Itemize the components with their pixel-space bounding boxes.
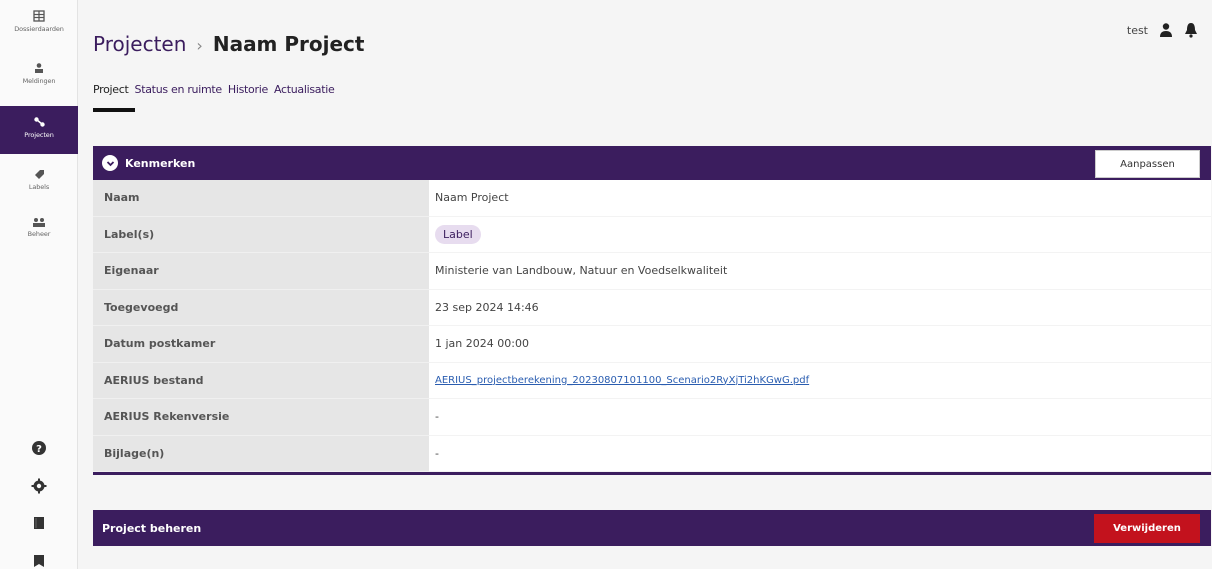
row-key: Label(s)	[93, 216, 429, 253]
row-key: Toegevoegd	[93, 289, 429, 326]
sidebar-item-label: Projecten	[24, 131, 54, 139]
kenmerken-panel: Kenmerken Aanpassen Naam Naam Project La…	[93, 146, 1211, 475]
breadcrumb-root[interactable]: Projecten	[93, 32, 186, 56]
book-icon[interactable]	[31, 515, 47, 531]
users-icon	[33, 218, 45, 227]
table-row: Toegevoegd 23 sep 2024 14:46	[93, 289, 1211, 326]
aerius-file-link[interactable]: AERIUS_projectberekening_20230807101100_…	[435, 375, 809, 386]
tag-icon	[35, 170, 44, 179]
table-row: Naam Naam Project	[93, 180, 1211, 217]
sidebar-item-label: Labels	[28, 183, 50, 191]
tab-status-en-ruimte[interactable]: Status en ruimte	[135, 83, 223, 96]
row-value: 1 jan 2024 00:00	[429, 326, 1211, 363]
table-row: Bijlage(n) -	[93, 435, 1211, 472]
row-key: Datum postkamer	[93, 326, 429, 363]
tab-historie[interactable]: Historie	[228, 83, 268, 96]
panel-divider	[93, 472, 1211, 475]
row-value: Naam Project	[429, 180, 1211, 217]
sidebar-item-label: Meldingen	[22, 77, 56, 85]
kenmerken-header[interactable]: Kenmerken Aanpassen	[93, 146, 1211, 180]
settings-icon[interactable]	[31, 478, 47, 494]
account-icon[interactable]	[1158, 22, 1174, 38]
info-icon[interactable]	[31, 553, 47, 569]
sidebar-item-meldingen[interactable]: Meldingen	[0, 62, 78, 100]
sidebar-item-label: Dossierdaarden	[14, 25, 64, 33]
svg-text:?: ?	[36, 444, 42, 455]
sidebar-item-labels[interactable]: Labels	[0, 168, 78, 200]
tab-bar: Project Status en ruimte Historie Actual…	[93, 83, 335, 96]
chevron-down-icon[interactable]	[102, 155, 118, 171]
row-value: -	[429, 399, 1211, 436]
project-beheren-header: Project beheren Verwijderen	[93, 510, 1211, 546]
row-key: AERIUS bestand	[93, 362, 429, 399]
kenmerken-title: Kenmerken	[125, 156, 196, 170]
project-beheren-panel: Project beheren Verwijderen	[93, 510, 1211, 546]
topbar: test	[1127, 22, 1198, 38]
delete-button[interactable]: Verwijderen	[1094, 514, 1200, 543]
row-key: Naam	[93, 180, 429, 217]
dossier-icon	[33, 10, 45, 22]
table-row: Datum postkamer 1 jan 2024 00:00	[93, 326, 1211, 363]
tab-project[interactable]: Project	[93, 83, 129, 96]
label-chip: Label	[435, 224, 481, 244]
row-key: Bijlage(n)	[93, 435, 429, 472]
active-tab-indicator	[93, 108, 135, 112]
row-value: Ministerie van Landbouw, Natuur en Voeds…	[429, 253, 1211, 290]
project-beheren-title: Project beheren	[102, 521, 202, 535]
row-key: AERIUS Rekenversie	[93, 399, 429, 436]
bell-icon[interactable]	[1184, 22, 1198, 38]
table-row: Label(s) Label	[93, 216, 1211, 253]
sidebar-item-dossiers[interactable]: Dossierdaarden	[0, 10, 78, 48]
table-row: AERIUS bestand AERIUS_projectberekening_…	[93, 362, 1211, 399]
row-key: Eigenaar	[93, 253, 429, 290]
edit-button[interactable]: Aanpassen	[1095, 150, 1200, 178]
breadcrumb-separator: ›	[196, 36, 203, 55]
page-title: Naam Project	[212, 32, 365, 56]
row-value: AERIUS_projectberekening_20230807101100_…	[429, 362, 1211, 399]
sidebar-item-label: Beheer	[27, 230, 51, 238]
row-value: 23 sep 2024 14:46	[429, 289, 1211, 326]
help-icon[interactable]: ?	[31, 440, 47, 456]
username: test	[1126, 23, 1148, 37]
table-row: AERIUS Rekenversie -	[93, 399, 1211, 436]
user-icon	[35, 63, 43, 73]
sidebar: Dossierdaarden Meldingen Projecten Label…	[0, 0, 78, 569]
row-value: Label	[429, 216, 1211, 253]
breadcrumb: Projecten › Naam Project	[93, 32, 364, 56]
table-row: Eigenaar Ministerie van Landbouw, Natuur…	[93, 253, 1211, 290]
tab-actualisatie[interactable]: Actualisatie	[274, 83, 335, 96]
sidebar-item-beheer[interactable]: Beheer	[0, 217, 78, 249]
projects-icon	[33, 117, 45, 127]
row-value: -	[429, 435, 1211, 472]
sidebar-item-projecten[interactable]: Projecten	[0, 106, 78, 154]
